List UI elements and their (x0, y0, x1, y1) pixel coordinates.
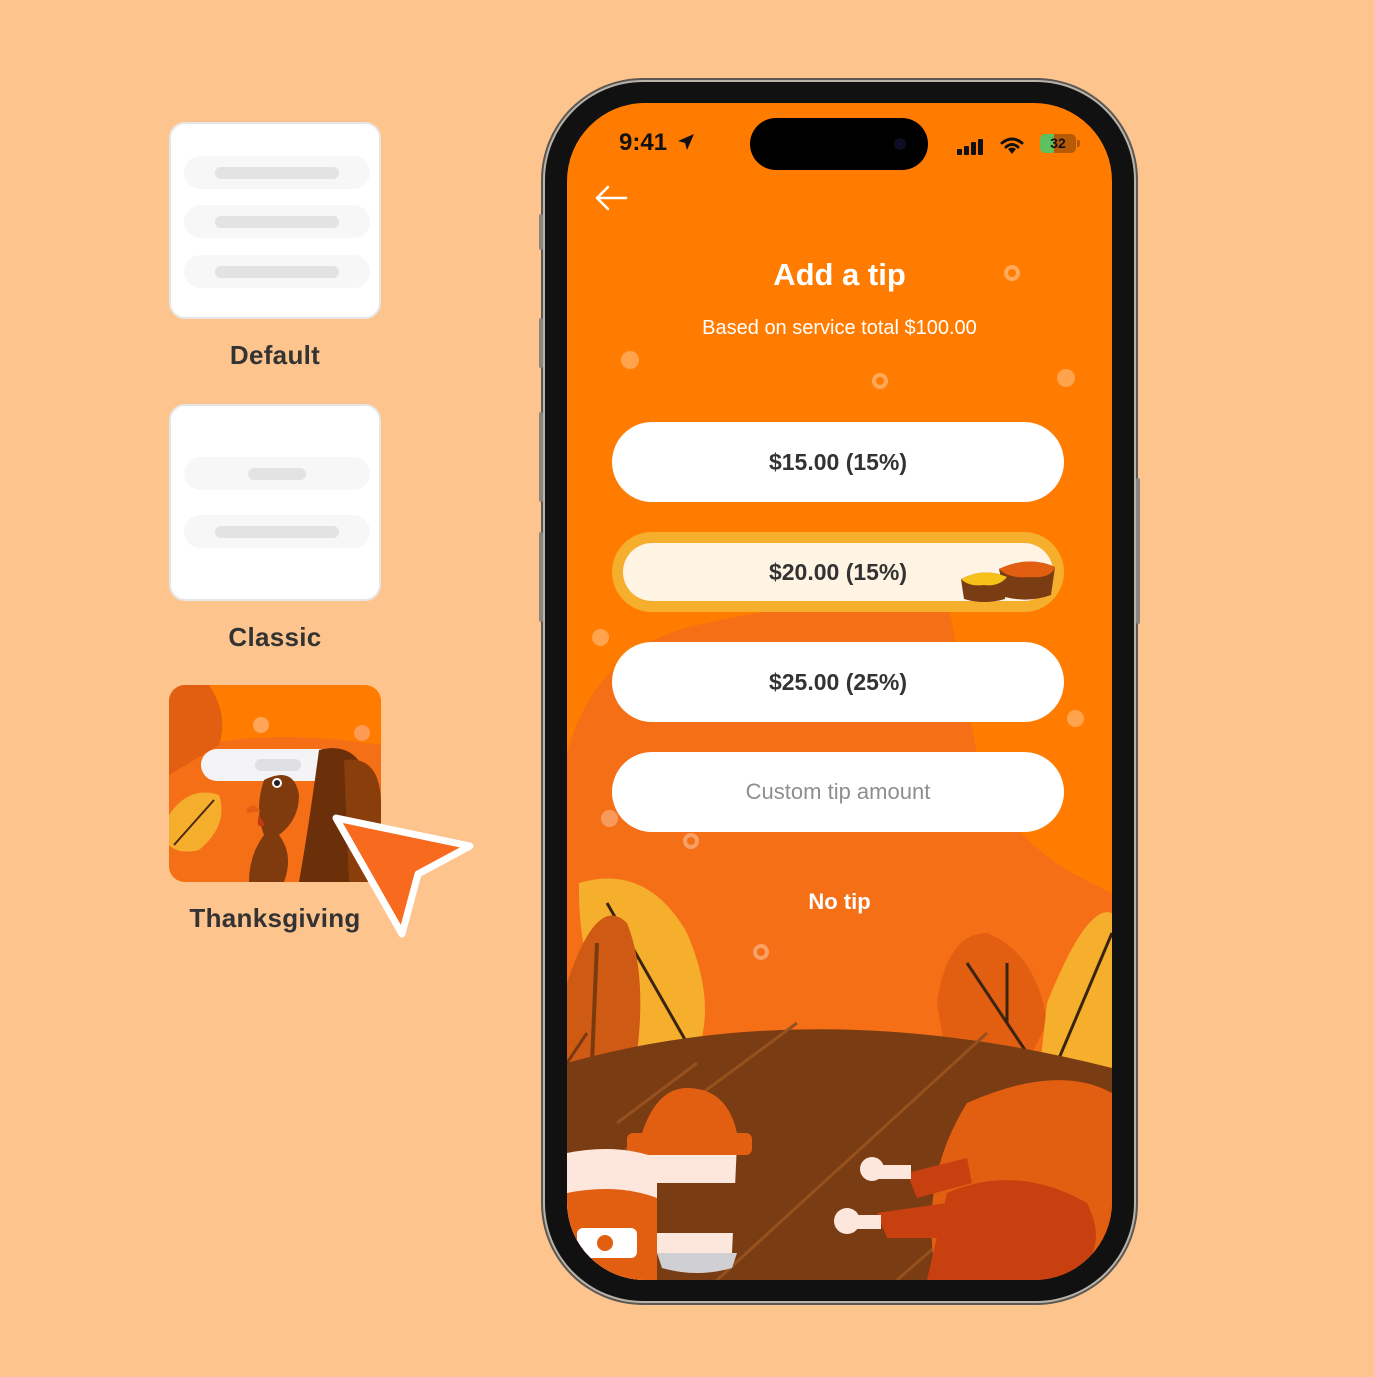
tip-option-20-selected[interactable]: $20.00 (15%) (623, 543, 1055, 602)
cellular-signal-icon (957, 139, 983, 155)
tip-option-label: $20.00 (15%) (768, 558, 908, 585)
decoration-dot (601, 810, 618, 827)
decoration-dot (1067, 710, 1084, 727)
decoration-ring (872, 373, 888, 389)
phone-frame: 9:41 32 Add a tip Based on service total… (539, 82, 1140, 1301)
tip-option-25[interactable]: $25.00 (25%) (612, 642, 1064, 722)
phone-side-button (1136, 478, 1140, 624)
preview-pill (184, 457, 370, 490)
wifi-icon (1000, 137, 1024, 154)
decoration-dot (1057, 369, 1075, 387)
location-arrow-icon (678, 134, 694, 150)
theme-label-classic: Classic (228, 622, 322, 652)
theme-card-classic[interactable] (169, 404, 381, 601)
phone-side-button (539, 318, 543, 368)
phone-side-button (539, 532, 543, 622)
theme-label-default: Default (229, 340, 321, 370)
decoration-ring (683, 833, 699, 849)
battery-tip (1077, 140, 1080, 147)
no-tip-button[interactable]: No tip (567, 889, 1112, 915)
battery-indicator: 32 (1040, 134, 1076, 153)
page-title: Add a tip (773, 257, 906, 292)
preview-pill (184, 156, 370, 189)
service-total-subtitle: Based on service total $100.00 (702, 317, 977, 339)
decoration-dot (592, 629, 609, 646)
camera-icon (894, 138, 906, 150)
battery-percent: 32 (1050, 135, 1066, 151)
decoration-dot (621, 351, 639, 369)
theme-card-default[interactable] (169, 122, 381, 319)
phone-side-button (539, 214, 543, 250)
pie-icon (961, 561, 1055, 602)
back-arrow-icon[interactable] (593, 183, 629, 213)
preview-pill (184, 515, 370, 548)
tip-option-15[interactable]: $15.00 (15%) (612, 422, 1064, 502)
custom-tip-input[interactable] (612, 752, 1064, 832)
phone-side-button (539, 412, 543, 502)
status-time: 9:41 (619, 129, 668, 156)
app-screen: 9:41 32 Add a tip Based on service total… (567, 103, 1112, 1280)
preview-pill (184, 205, 370, 238)
decoration-ring (753, 944, 769, 960)
dynamic-island (750, 118, 928, 170)
preview-pill (184, 255, 370, 288)
pointer-cursor-icon (332, 814, 474, 938)
